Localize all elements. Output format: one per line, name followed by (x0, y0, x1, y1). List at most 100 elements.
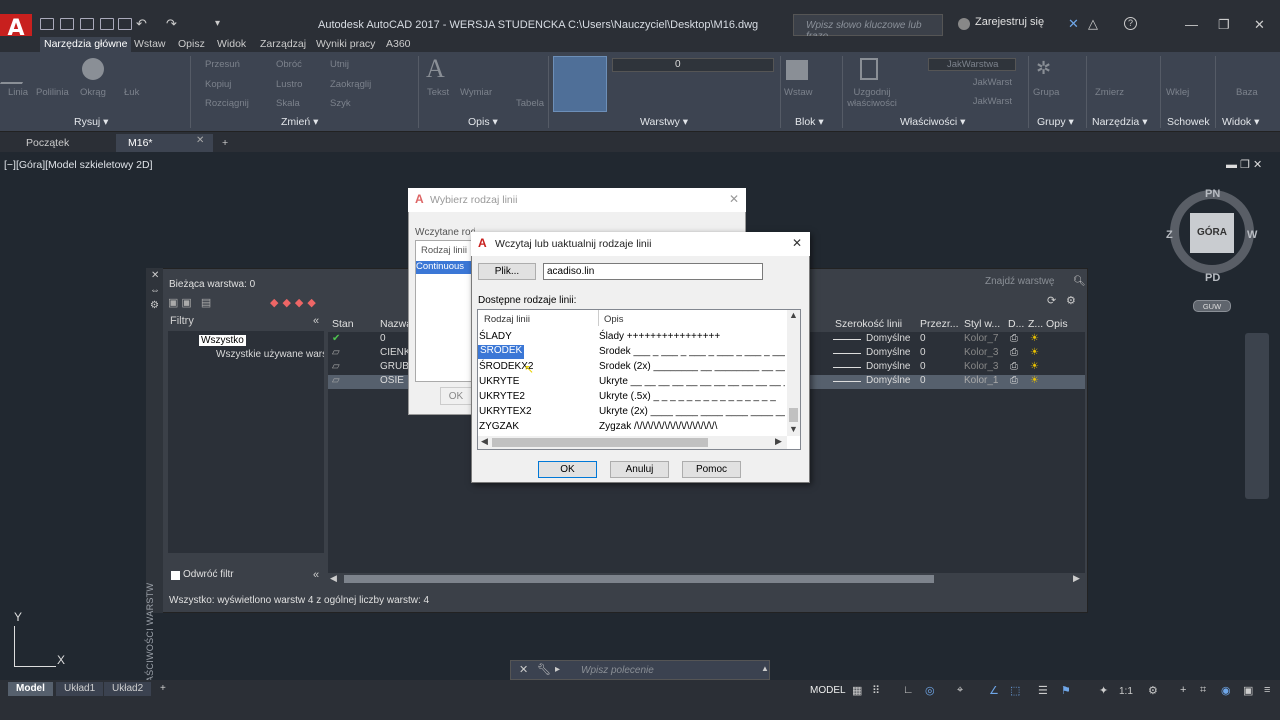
layer-lineweight[interactable]: Domyślne (866, 375, 910, 386)
palette-autohide-icon[interactable]: ⇔ (150, 285, 160, 296)
undo-icon[interactable]: ↶ (136, 16, 147, 32)
panel-view[interactable]: Widok ▾ (1222, 116, 1259, 128)
insert-block-icon[interactable] (786, 60, 808, 80)
panel-layers[interactable]: Warstwy ▾ (640, 116, 688, 128)
open-file-icon[interactable] (60, 18, 74, 30)
compass-north[interactable]: PN (1205, 188, 1220, 200)
panel-annotation[interactable]: Opis ▾ (468, 116, 498, 128)
mirror-label[interactable]: Lustro (276, 79, 302, 90)
units-icon[interactable]: ⌗ (1200, 684, 1206, 697)
help-icon[interactable]: ? (1124, 17, 1137, 30)
col-transparency[interactable]: Przezr... (920, 318, 959, 330)
scroll-right-icon[interactable]: ▶ (775, 436, 782, 447)
layer-lineweight[interactable]: Domyślne (866, 333, 910, 344)
layer-lineweight[interactable]: Domyślne (866, 361, 910, 372)
tab-layout1[interactable]: Układ1 (56, 682, 104, 696)
recent-cmd-icon[interactable]: ▸ (555, 664, 560, 675)
wcs-menu[interactable]: GUW (1193, 300, 1231, 312)
customize-cmd-icon[interactable]: 🔧︎ (537, 663, 551, 676)
tree-hscroll[interactable] (168, 553, 324, 565)
scale-label[interactable]: Skala (276, 98, 300, 109)
ok-button[interactable]: OK (538, 461, 597, 478)
plot-icon[interactable]: ⎙ (1010, 361, 1018, 372)
cmd-history-icon[interactable]: ▲ (761, 664, 769, 673)
list-item[interactable]: UKRYTE2 (479, 391, 525, 405)
a360-icon[interactable]: △ (1088, 16, 1098, 32)
array-label[interactable]: Szyk (330, 98, 351, 109)
list-item-selected[interactable]: ŚRODEK (478, 345, 525, 359)
col-status[interactable]: Stan (332, 318, 354, 330)
text-icon[interactable]: A (426, 54, 445, 84)
viewport-controls[interactable]: [−][Góra][Model szkieletowy 2D] (4, 159, 153, 171)
sign-in-link[interactable]: Zarejestruj się (975, 16, 1044, 28)
panel-properties[interactable]: Właściwości ▾ (900, 116, 965, 128)
annotation-visibility-icon[interactable]: ⚑ (1061, 684, 1071, 697)
line-icon[interactable] (0, 56, 39, 84)
layer-transparency[interactable]: 0 (920, 347, 926, 358)
layer-name[interactable]: OSIE (380, 375, 404, 386)
scroll-up-icon[interactable]: ▲ (789, 310, 798, 320)
print-icon[interactable] (118, 18, 132, 30)
stretch-label[interactable]: Rozciągnij (205, 98, 249, 109)
save-as-icon[interactable] (100, 18, 114, 30)
settings-icon[interactable]: ⚙ (1066, 294, 1076, 307)
scroll-thumb[interactable] (344, 575, 934, 583)
panel-groups[interactable]: Grupy ▾ (1037, 116, 1074, 128)
close-window-icon[interactable]: ✕ (1254, 17, 1265, 33)
viewcube-top-face[interactable]: GÓRA (1190, 213, 1234, 253)
match-properties-icon[interactable] (860, 58, 878, 80)
tab-a360[interactable]: A360 (382, 37, 415, 52)
color-dropdown[interactable]: JakWarstwa (928, 58, 1016, 71)
polar-icon[interactable]: ◎ (925, 684, 935, 697)
new-layer-filter-icon[interactable]: ▣▣ ▤ (168, 296, 214, 309)
scroll-right-icon[interactable]: ▶ (1073, 573, 1080, 584)
layer-search-input[interactable]: Znajdź warstwę (985, 276, 1054, 287)
list-item[interactable]: ŚLADY (479, 331, 512, 345)
navigation-bar[interactable] (1245, 333, 1269, 499)
filter-all[interactable]: Wszystko (199, 335, 246, 346)
workspace-icon[interactable]: ⚙ (1148, 684, 1158, 697)
cancel-button[interactable]: Anuluj (610, 461, 669, 478)
dialog-close-icon[interactable]: ✕ (792, 236, 802, 250)
circle-icon[interactable] (82, 58, 104, 80)
panel-modify[interactable]: Zmień ▾ (281, 116, 318, 128)
model-space-button[interactable]: MODEL (810, 685, 846, 696)
customize-quick-access-icon[interactable]: ▾ (215, 18, 220, 29)
col-plot-style[interactable]: Styl w... (964, 318, 1000, 330)
viewport-minimize-icon[interactable]: ▬ ❐ ✕ (1226, 158, 1262, 171)
panel-clipboard[interactable]: Schowek (1167, 116, 1210, 128)
freeze-new-icon[interactable]: ☀ (1030, 375, 1039, 386)
minimize-icon[interactable]: — (1185, 17, 1198, 32)
annotation-scale-icon[interactable]: ✦ (1099, 684, 1108, 697)
filter-used-layers[interactable]: Wszystkie używane warstwy (216, 349, 324, 360)
otrack-icon[interactable]: ∠ (989, 684, 999, 697)
list-item[interactable]: UKRYTE (479, 376, 519, 390)
col-description[interactable]: Opis (1046, 318, 1068, 330)
scroll-left-icon[interactable]: ◀ (481, 436, 488, 447)
collapse-filters-icon[interactable]: « (313, 315, 319, 327)
clean-screen-icon[interactable]: ▣ (1243, 684, 1253, 697)
layer-properties-button[interactable] (553, 56, 607, 112)
lineweight-dropdown[interactable]: JakWarst (920, 96, 1016, 109)
move-label[interactable]: Przesuń (205, 59, 240, 70)
layer-transparency[interactable]: 0 (920, 375, 926, 386)
isolate-icon[interactable]: ◉ (1221, 684, 1231, 697)
list-item[interactable]: ZYGZAK (479, 421, 519, 435)
file-name-field[interactable]: acadiso.lin (543, 263, 763, 280)
layer-list-hscroll[interactable]: ◀ ▶ (328, 573, 1085, 585)
tab-annotate[interactable]: Opisz (174, 37, 209, 52)
layer-lineweight[interactable]: Domyślne (866, 347, 910, 358)
tab-start[interactable]: Początek (14, 134, 114, 152)
layer-transparency[interactable]: 0 (920, 333, 926, 344)
linetype-continuous[interactable]: Continuous (416, 261, 472, 274)
customize-icon[interactable]: ≡ (1264, 684, 1270, 696)
palette-title-strip[interactable] (146, 268, 163, 613)
osnap-icon[interactable]: ⌖ (957, 684, 963, 697)
col-linetype[interactable]: Rodzaj linii (484, 314, 530, 325)
compass-south[interactable]: PD (1205, 272, 1220, 284)
expand-filters-icon[interactable]: « (313, 569, 319, 581)
ortho-icon[interactable]: ∟ (903, 684, 914, 696)
rotate-label[interactable]: Obróć (276, 59, 302, 70)
plot-icon[interactable]: ⎙ (1010, 333, 1018, 344)
palette-settings-icon[interactable]: ⚙ (150, 300, 159, 311)
